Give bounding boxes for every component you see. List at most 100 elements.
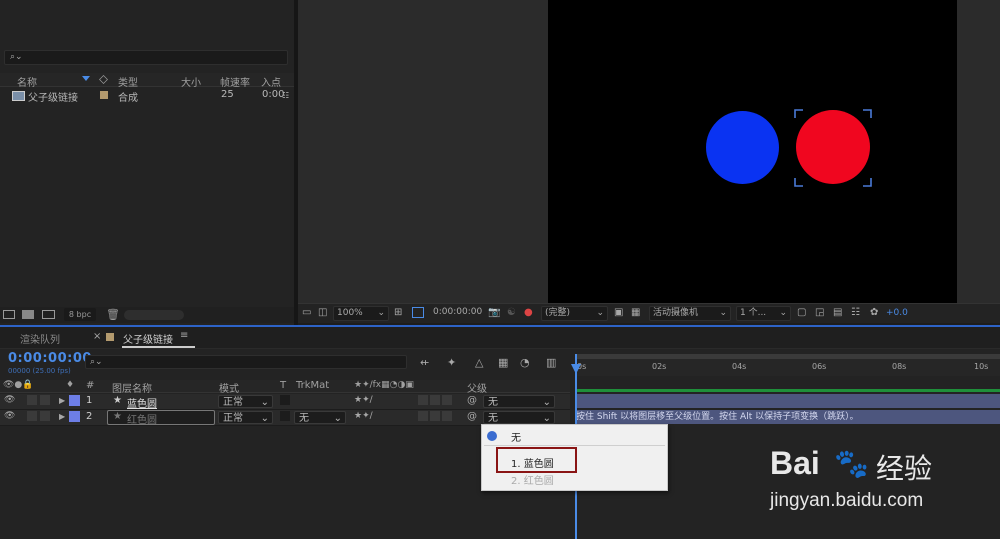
interpret-footage-icon[interactable] bbox=[3, 310, 15, 319]
parent-select-1[interactable]: 无 ⌄ bbox=[483, 395, 555, 408]
mask-toggle-icon[interactable] bbox=[412, 307, 424, 318]
close-tab-icon[interactable]: × bbox=[93, 331, 101, 342]
layer-label-chip[interactable] bbox=[69, 395, 80, 406]
timeline-icon[interactable]: ▤ bbox=[833, 307, 842, 318]
mode-select-2[interactable]: 正常 ⌄ bbox=[218, 411, 273, 424]
toggle-pixel-aspect-icon[interactable]: ▢ bbox=[797, 307, 806, 318]
tab-render-queue[interactable]: 渲染队列 bbox=[20, 331, 60, 346]
bit-depth-button[interactable]: 8 bpc bbox=[64, 308, 96, 321]
shy-layers-icon[interactable]: △ bbox=[475, 356, 483, 369]
preserve-transparency-toggle[interactable] bbox=[280, 411, 290, 421]
viewer-timecode[interactable]: 0:00:00:00 bbox=[430, 306, 482, 321]
views-select[interactable]: 1 个... ⌄ bbox=[736, 306, 791, 321]
audio-toggle[interactable] bbox=[27, 411, 37, 421]
layer-name-1[interactable]: 蓝色圆 bbox=[127, 395, 157, 410]
switch-slot[interactable] bbox=[442, 395, 452, 405]
new-composition-icon[interactable] bbox=[42, 310, 55, 319]
expand-arrow-icon[interactable]: ▶ bbox=[59, 396, 65, 405]
lock-toggle[interactable] bbox=[40, 411, 50, 421]
col-parent[interactable]: 父级 bbox=[467, 380, 487, 395]
always-preview-icon[interactable]: ▭ bbox=[302, 307, 311, 318]
show-snapshot-icon[interactable]: ☯ bbox=[507, 307, 516, 318]
motion-blur-icon[interactable]: ◔ bbox=[520, 356, 530, 369]
chevron-down-icon: ⌄ bbox=[377, 308, 385, 318]
camera-select[interactable]: 活动摄像机 ⌄ bbox=[649, 306, 731, 321]
safe-margins-icon[interactable]: ⊞ bbox=[394, 307, 402, 318]
exposure-value[interactable]: +0.0 bbox=[886, 308, 908, 318]
layer-label-chip[interactable] bbox=[69, 411, 80, 422]
av-features-icon[interactable]: 👁●🔒 bbox=[3, 380, 34, 390]
col-layer-name[interactable]: 图层名称 bbox=[112, 380, 152, 395]
ruler-label: 10s bbox=[974, 362, 989, 371]
col-t[interactable]: T bbox=[280, 380, 286, 391]
expand-arrow-icon[interactable]: ▶ bbox=[59, 412, 65, 421]
current-time-display[interactable]: 0:00:00:00 bbox=[8, 351, 92, 366]
pick-whip-icon[interactable]: @ bbox=[467, 395, 477, 406]
flowchart-icon[interactable]: ☷ bbox=[282, 91, 289, 100]
comp-flowchart-icon[interactable]: ☷ bbox=[851, 307, 860, 318]
col-framerate[interactable]: 帧速率 bbox=[220, 74, 250, 89]
layer-name-edit-box[interactable] bbox=[107, 410, 215, 425]
switch-slot[interactable] bbox=[430, 411, 440, 421]
trkmat-select-2[interactable]: 无 ⌄ bbox=[294, 411, 346, 424]
timeline-search-input[interactable]: ⌕⌄ bbox=[85, 355, 407, 369]
switch-slot[interactable] bbox=[430, 395, 440, 405]
sort-arrow-icon bbox=[82, 76, 90, 81]
blue-circle-layer[interactable] bbox=[706, 111, 779, 184]
visibility-eye-icon[interactable]: 👁 bbox=[4, 395, 15, 405]
tab-menu-icon[interactable]: ≡ bbox=[180, 330, 188, 341]
trash-icon[interactable]: 🗑 bbox=[106, 308, 120, 321]
layer-row-1[interactable]: 👁 ▶ 1 ★ 蓝色圆 正常 ⌄ ★✦∕ @ 无 ⌄ bbox=[0, 394, 570, 410]
chevron-down-icon: ⌄ bbox=[260, 413, 269, 424]
col-type[interactable]: 类型 bbox=[118, 74, 138, 89]
mode-select-1[interactable]: 正常 ⌄ bbox=[218, 395, 273, 408]
draft-3d-icon[interactable]: ✦ bbox=[447, 356, 456, 369]
preserve-transparency-toggle[interactable] bbox=[280, 395, 290, 405]
layer-bar-1[interactable] bbox=[575, 394, 1000, 408]
graph-editor-icon[interactable]: ▥ bbox=[546, 356, 556, 369]
thumbnail-slider[interactable] bbox=[124, 310, 184, 320]
time-ruler[interactable]: 0s 02s 04s 06s 08s 10s bbox=[575, 354, 1000, 376]
switch-slot[interactable] bbox=[418, 395, 428, 405]
menu-item-blue-circle[interactable]: 1. 蓝色圆 bbox=[511, 455, 554, 470]
col-in[interactable]: 入点 bbox=[261, 74, 281, 89]
trkmat-value: 无 bbox=[299, 413, 309, 424]
col-mode[interactable]: 模式 bbox=[219, 380, 239, 395]
lock-toggle[interactable] bbox=[40, 395, 50, 405]
parent-select-2[interactable]: 无 ⌄ bbox=[483, 411, 555, 424]
mode-value: 正常 bbox=[223, 397, 243, 408]
project-item-row[interactable]: 父子级链接 合成 25 0:00 ☷ bbox=[0, 88, 294, 104]
resolution-select[interactable]: (完整) ⌄ bbox=[541, 306, 608, 321]
render-bar bbox=[575, 389, 1000, 392]
reset-exposure-icon[interactable]: ✿ bbox=[870, 307, 878, 318]
layer-switches-icon[interactable]: ★✦∕ bbox=[354, 395, 373, 405]
work-area-bar[interactable] bbox=[575, 354, 1000, 359]
project-item-type: 合成 bbox=[118, 93, 138, 104]
col-name[interactable]: 名称 bbox=[17, 74, 37, 89]
frame-blending-icon[interactable]: ▦ bbox=[498, 356, 508, 369]
col-num[interactable]: # bbox=[86, 380, 94, 391]
visibility-eye-icon[interactable]: 👁 bbox=[4, 411, 15, 421]
col-trkmat[interactable]: TrkMat bbox=[296, 380, 329, 391]
channel-icon[interactable]: ● bbox=[524, 307, 533, 318]
switch-slot[interactable] bbox=[442, 411, 452, 421]
snapshot-icon[interactable]: 📷 bbox=[488, 307, 500, 318]
pick-whip-icon[interactable]: @ bbox=[467, 411, 477, 422]
switch-slot[interactable] bbox=[418, 411, 428, 421]
region-of-interest-icon[interactable]: ▣ bbox=[614, 307, 623, 318]
menu-item-none[interactable]: 无 bbox=[511, 429, 521, 444]
new-folder-icon[interactable] bbox=[22, 310, 34, 319]
switches-header-icon: ★✦∕fx▦◔◑▣ bbox=[354, 380, 414, 390]
tab-comp[interactable]: 父子级链接 bbox=[123, 331, 173, 346]
comp-mini-flowchart-icon[interactable]: ⇷ bbox=[420, 356, 429, 369]
zoom-select[interactable]: 100% ⌄ bbox=[333, 306, 389, 321]
layer-name-2[interactable]: 红色圆 bbox=[127, 411, 157, 426]
monitor-icon[interactable]: ◫ bbox=[318, 307, 327, 318]
fast-preview-icon[interactable]: ◲ bbox=[815, 307, 824, 318]
audio-toggle[interactable] bbox=[27, 395, 37, 405]
transparency-grid-icon[interactable]: ▦ bbox=[631, 307, 640, 318]
layer-switches-icon[interactable]: ★✦∕ bbox=[354, 411, 373, 421]
project-search-input[interactable]: ⌕⌄ bbox=[4, 50, 288, 65]
watermark-url: jingyan.baidu.com bbox=[770, 490, 924, 511]
col-size[interactable]: 大小 bbox=[181, 74, 201, 89]
